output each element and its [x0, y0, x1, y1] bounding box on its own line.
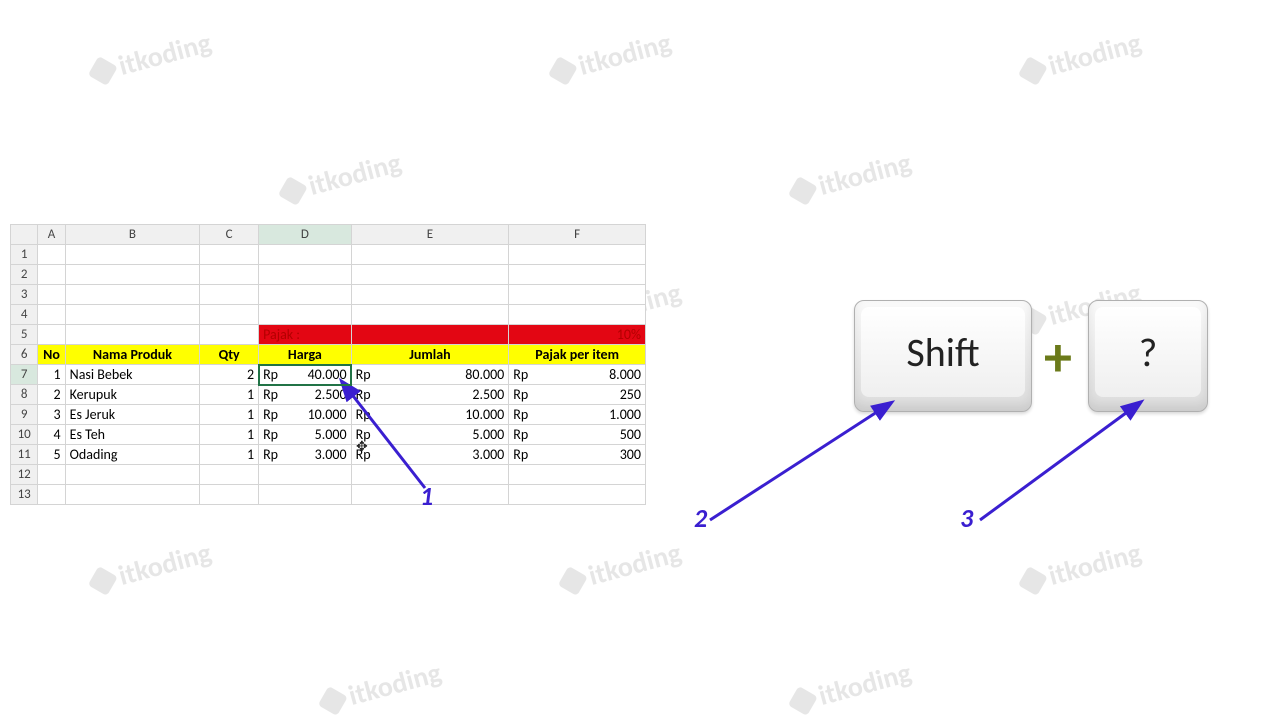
watermark: itkoding [1018, 535, 1145, 601]
watermark: itkoding [1018, 25, 1145, 91]
shift-key: Shift [854, 300, 1032, 412]
row-header[interactable]: 11 [11, 445, 38, 465]
watermark: itkoding [788, 145, 915, 211]
row-header[interactable]: 7 [11, 365, 38, 385]
header-pajak[interactable]: Pajak per item [509, 345, 646, 365]
col-header-E[interactable]: E [351, 225, 509, 245]
shift-key-label: Shift [906, 328, 979, 377]
watermark: itkoding [558, 535, 685, 601]
row-header[interactable]: 2 [11, 265, 38, 285]
callout-1: 1 [420, 480, 433, 512]
watermark: itkoding [318, 655, 445, 721]
selected-cell-D7[interactable]: Rp40.000 [259, 365, 352, 385]
row-header[interactable]: 9 [11, 405, 38, 425]
second-key-label: ? [1139, 328, 1158, 377]
row-header[interactable]: 12 [11, 465, 38, 485]
table-row[interactable]: 9 3 Es Jeruk 1 Rp10.000 Rp10.000 Rp1.000 [11, 405, 646, 425]
header-no[interactable]: No [38, 345, 65, 365]
callout-arrow-2 [700, 400, 920, 540]
pajak-label-cell[interactable]: Pajak : [259, 325, 352, 345]
callout-arrow-3 [970, 400, 1170, 540]
spreadsheet[interactable]: A B C D E F 1 2 3 4 5 Pajak : 10% 6 No N… [10, 224, 646, 505]
table-row[interactable]: 8 2 Kerupuk 1 Rp2.500 Rp2.500 Rp250 [11, 385, 646, 405]
header-nama[interactable]: Nama Produk [65, 345, 200, 365]
table-row[interactable]: 11 5 Odading 1 Rp3.000 Rp3.000 Rp300 [11, 445, 646, 465]
pajak-value-cell[interactable]: 10% [509, 325, 646, 345]
col-header-F[interactable]: F [509, 225, 646, 245]
col-header-B[interactable]: B [65, 225, 200, 245]
header-qty[interactable]: Qty [200, 345, 259, 365]
header-harga[interactable]: Harga [259, 345, 352, 365]
table-row[interactable]: 10 4 Es Teh 1 Rp5.000 Rp5.000 Rp500 [11, 425, 646, 445]
row-header[interactable]: 8 [11, 385, 38, 405]
header-jumlah[interactable]: Jumlah [351, 345, 509, 365]
callout-3: 3 [960, 502, 973, 534]
row-header[interactable]: 4 [11, 305, 38, 325]
row-header[interactable]: 3 [11, 285, 38, 305]
row-header[interactable]: 5 [11, 325, 38, 345]
col-header-C[interactable]: C [200, 225, 259, 245]
col-header-A[interactable]: A [38, 225, 65, 245]
select-all-corner[interactable] [11, 225, 38, 245]
watermark: itkoding [548, 25, 675, 91]
row-header[interactable]: 6 [11, 345, 38, 365]
row-header[interactable]: 13 [11, 485, 38, 505]
watermark: itkoding [88, 25, 215, 91]
callout-2: 2 [694, 502, 707, 534]
second-key: ? [1088, 300, 1208, 412]
watermark: itkoding [788, 655, 915, 721]
row-header[interactable]: 1 [11, 245, 38, 265]
table-row[interactable]: 7 1 Nasi Bebek 2 Rp40.000 Rp80.000 Rp8.0… [11, 365, 646, 385]
watermark: itkoding [88, 535, 215, 601]
watermark: itkoding [278, 145, 405, 211]
col-header-D[interactable]: D [259, 225, 352, 245]
row-header[interactable]: 10 [11, 425, 38, 445]
plus-icon: + [1044, 324, 1072, 392]
